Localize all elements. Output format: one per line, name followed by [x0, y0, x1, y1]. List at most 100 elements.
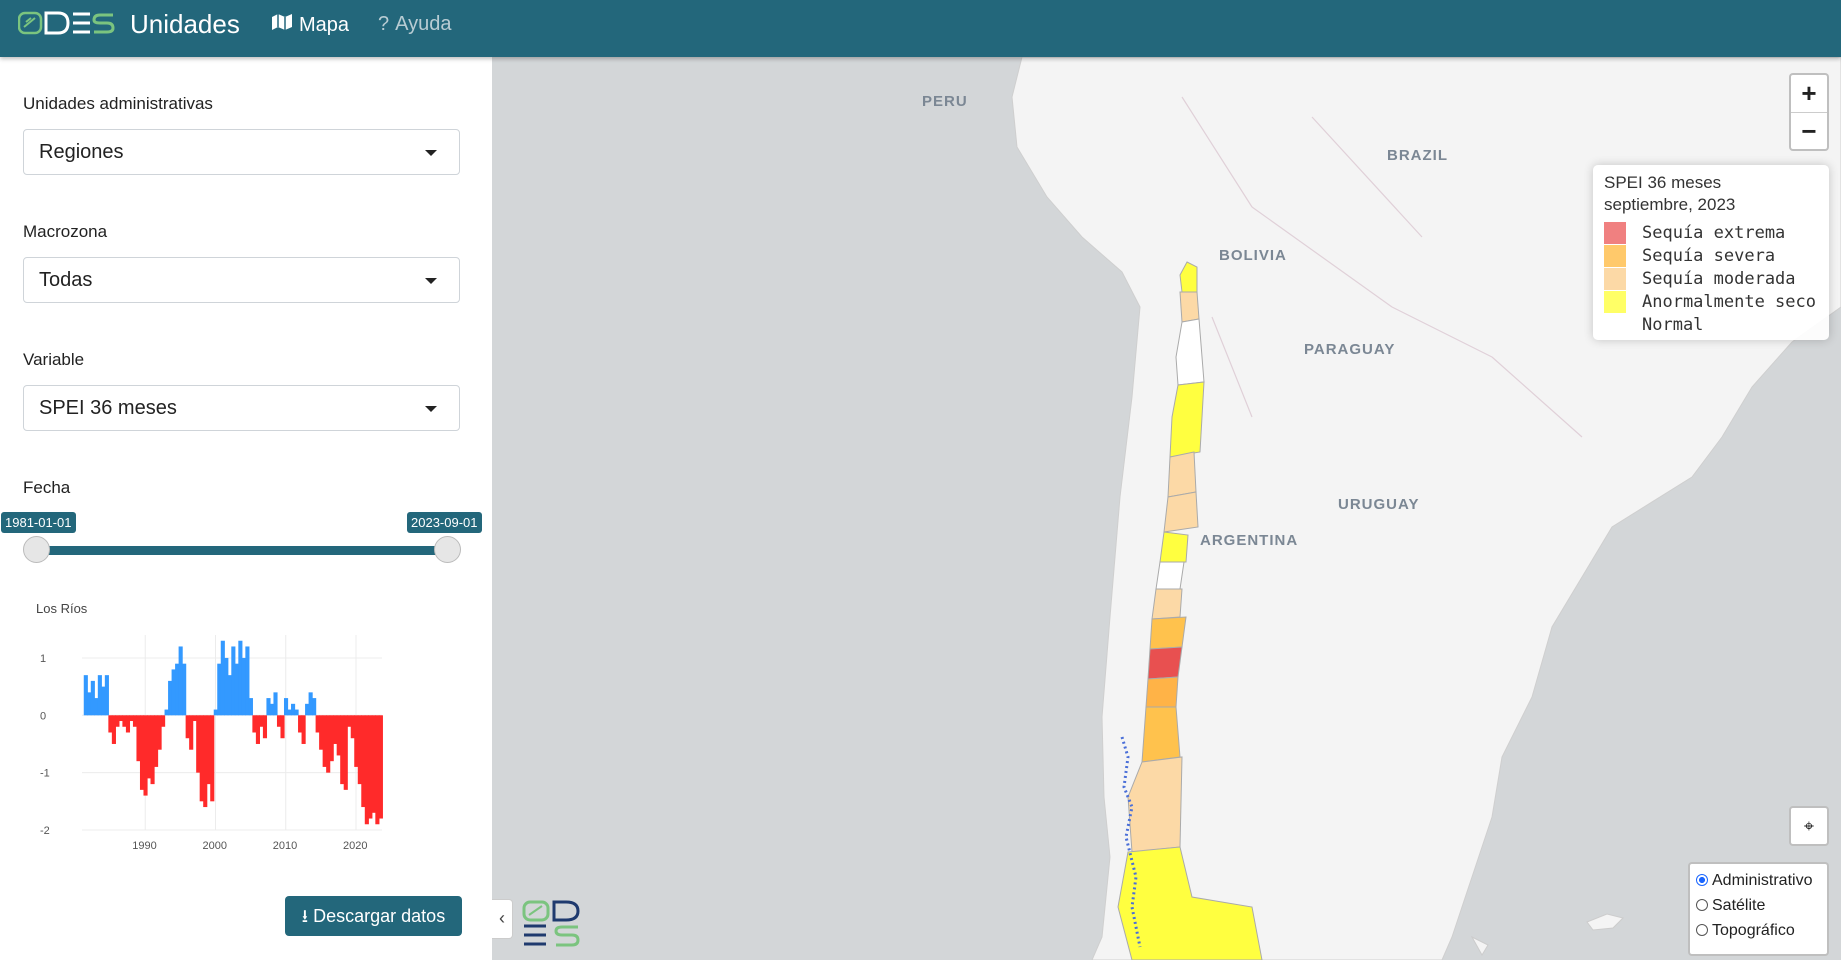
radio-icon[interactable] — [1696, 924, 1708, 936]
nav-ayuda-label: Ayuda — [395, 13, 452, 35]
spei-bar — [248, 698, 253, 716]
x-tick-label: 2020 — [343, 840, 367, 852]
odes-logo[interactable] — [18, 10, 116, 36]
download-data-button[interactable]: ⭳ Descargar datos — [285, 896, 462, 936]
spei-bar — [262, 715, 268, 739]
region-atacama[interactable] — [1169, 381, 1205, 458]
y-tick-label: -2 — [40, 825, 50, 837]
spei-bar — [361, 715, 366, 808]
layer-topografico[interactable]: Topográfico — [1696, 922, 1795, 940]
spei-bar — [308, 692, 313, 716]
date-start-handle[interactable] — [23, 536, 50, 563]
spei-bar — [178, 646, 183, 716]
layer-administrativo[interactable]: Administrativo — [1696, 872, 1812, 890]
zoom-out-button[interactable]: − — [1791, 113, 1827, 150]
spei-bar — [189, 715, 194, 750]
spei-bar — [154, 715, 159, 767]
spei-bar — [94, 698, 99, 716]
legend-swatch — [1604, 314, 1626, 336]
caret-down-icon — [425, 278, 437, 284]
spei-bar — [111, 715, 116, 744]
region-antofagasta[interactable] — [1175, 318, 1205, 386]
region-valparaiso[interactable] — [1163, 491, 1199, 533]
radio-selected-icon[interactable] — [1696, 874, 1708, 886]
spei-bar — [146, 715, 152, 779]
spei-bar — [329, 715, 334, 762]
region-maule[interactable] — [1151, 588, 1183, 620]
spei-bar — [333, 715, 338, 744]
map-label-uruguay: URUGUAY — [1338, 496, 1420, 513]
spei-bar — [347, 715, 352, 727]
legend-subtitle: septiembre, 2023 — [1604, 195, 1736, 214]
macrozona-select[interactable]: Todas — [23, 257, 460, 303]
region-aysen[interactable] — [1127, 756, 1183, 853]
map-label-paraguay: PARAGUAY — [1304, 341, 1396, 358]
spei-bar — [196, 715, 201, 773]
spei-bar — [125, 715, 131, 733]
spei-bar — [108, 715, 113, 733]
macrozona-value: Todas — [39, 269, 93, 291]
spei-bar — [287, 709, 292, 716]
map-label-argentina: ARGENTINA — [1200, 532, 1299, 549]
spei-bar — [122, 715, 127, 727]
date-range-slider[interactable] — [36, 546, 448, 555]
spei-bar — [168, 680, 173, 716]
region-metropolitana[interactable] — [1159, 531, 1189, 563]
region-los-rios[interactable] — [1145, 676, 1179, 708]
x-tick-label: 2000 — [202, 840, 226, 852]
legend-label: Sequía moderada — [1642, 269, 1796, 289]
spei-bar — [132, 715, 138, 727]
navbar: Unidades Mapa ? Ayuda — [0, 0, 1841, 57]
y-tick-label: 1 — [40, 653, 46, 665]
radio-icon[interactable] — [1696, 899, 1708, 911]
spei-bar — [266, 698, 271, 716]
spei-bar — [101, 686, 106, 716]
admin-units-value: Regiones — [39, 141, 124, 163]
layer-label: Administrativo — [1712, 872, 1813, 889]
spei-bar — [276, 715, 282, 727]
region-coquimbo[interactable] — [1167, 451, 1197, 498]
layer-label: Topográfico — [1712, 922, 1795, 939]
spei-bar — [280, 715, 285, 739]
y-tick-label: 0 — [40, 710, 46, 722]
variable-select[interactable]: SPEI 36 meses — [23, 385, 460, 431]
chevron-left-icon[interactable]: ‹ — [492, 899, 513, 939]
date-end-handle[interactable] — [434, 536, 461, 563]
spei-bar — [322, 715, 327, 767]
region-arica[interactable] — [1179, 261, 1198, 293]
region-tarapaca[interactable] — [1179, 291, 1200, 323]
y-tick-label: -1 — [40, 768, 50, 780]
map-icon — [271, 13, 293, 37]
spei-bar — [175, 663, 180, 716]
nav-ayuda[interactable]: ? Ayuda — [378, 13, 451, 36]
spei-bar — [161, 715, 166, 727]
spei-bar — [164, 709, 169, 716]
spei-bar — [350, 715, 355, 739]
map-label-peru: PERU — [922, 93, 968, 110]
region-los-lagos[interactable] — [1141, 706, 1181, 763]
crosshair-icon[interactable]: ⌖ — [1789, 806, 1829, 846]
spei-bar — [378, 715, 383, 819]
spei-bar — [326, 715, 331, 773]
zoom-in-button[interactable]: + — [1791, 75, 1827, 113]
admin-units-select[interactable]: Regiones — [23, 129, 460, 175]
spei-bar — [319, 715, 324, 750]
region-nuble-biobio[interactable] — [1149, 616, 1187, 650]
spei-bar — [97, 675, 102, 716]
layer-satelite[interactable]: Satélite — [1696, 897, 1765, 915]
spei-bar — [231, 646, 236, 716]
region-ohiggins[interactable] — [1155, 561, 1185, 590]
spei-timeseries-chart: Los Ríos 1 0 -1 -2 1990 2000 2010 2020 — [36, 601, 383, 852]
map-label-brazil: BRAZIL — [1387, 147, 1448, 164]
download-label: Descargar datos — [313, 906, 446, 926]
spei-bar — [139, 715, 145, 790]
nav-mapa[interactable]: Mapa — [271, 13, 349, 37]
fecha-label: Fecha — [23, 478, 71, 497]
region-araucania[interactable] — [1147, 646, 1183, 680]
spei-bar — [143, 715, 148, 796]
spei-bar — [129, 715, 134, 722]
spei-bar — [83, 675, 88, 716]
spei-bar — [298, 715, 303, 733]
spei-bar — [203, 715, 208, 808]
spei-bar — [210, 715, 215, 802]
